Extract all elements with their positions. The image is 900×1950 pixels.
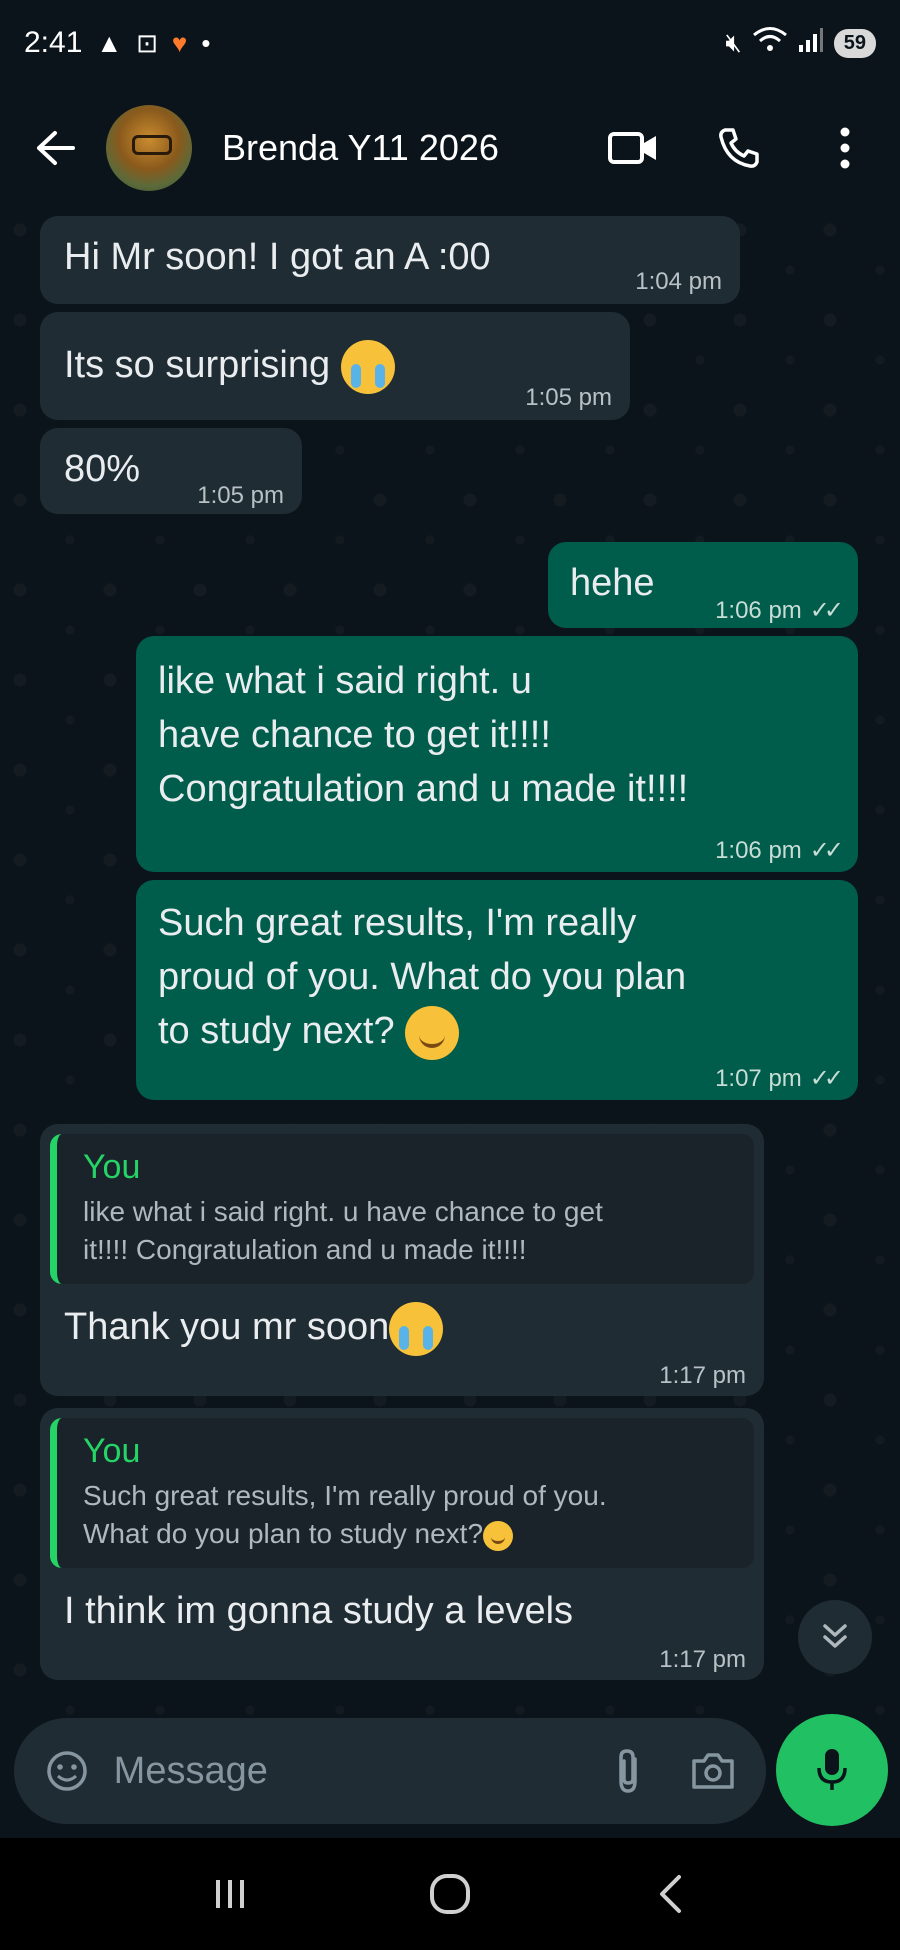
smiling-face-icon bbox=[483, 1520, 514, 1551]
message-text: Such great results, I'm really proud of … bbox=[158, 896, 686, 1060]
message-time: 1:17 pm bbox=[659, 1362, 746, 1389]
chat-header: Brenda Y11 2026 bbox=[0, 86, 900, 210]
message-text: Hi Mr soon! I got an A :00 bbox=[64, 236, 491, 278]
message-time: 1:17 pm bbox=[659, 1646, 746, 1673]
message-time: 1:07 pm ✓✓ bbox=[715, 1064, 844, 1093]
voice-call-button[interactable] bbox=[714, 123, 764, 173]
attach-button[interactable] bbox=[603, 1744, 653, 1798]
message-bubble-incoming[interactable]: You Such great results, I'm really proud… bbox=[40, 1408, 764, 1680]
warning-icon: ▲ bbox=[96, 27, 123, 58]
more-vertical-icon bbox=[840, 127, 850, 169]
wifi-icon bbox=[752, 26, 788, 61]
more-options-button[interactable] bbox=[820, 123, 870, 173]
message-content: Thank you mr soon bbox=[64, 1300, 444, 1356]
status-bar: 2:41 ▲ ⊡ ♥ • 🔇︎ 59 bbox=[0, 0, 900, 86]
home-button[interactable] bbox=[415, 1859, 485, 1929]
message-bubble-outgoing[interactable]: Such great results, I'm really proud of … bbox=[136, 880, 858, 1100]
back-nav-button[interactable] bbox=[635, 1859, 705, 1929]
message-bubble-outgoing[interactable]: hehe 1:06 pm ✓✓ bbox=[548, 542, 858, 628]
home-icon bbox=[430, 1874, 470, 1914]
message-content: Its so surprising bbox=[64, 338, 395, 394]
chevron-left-icon bbox=[660, 1875, 681, 1913]
message-text: Thank you mr soon bbox=[64, 1306, 390, 1348]
system-navigation-bar bbox=[0, 1838, 900, 1950]
message-bubble-incoming[interactable]: 80% 1:05 pm bbox=[40, 428, 302, 514]
status-time: 2:41 bbox=[24, 26, 83, 59]
microphone-icon bbox=[817, 1749, 847, 1790]
recent-apps-button[interactable] bbox=[195, 1859, 265, 1929]
message-time: 1:06 pm ✓✓ bbox=[715, 836, 844, 865]
message-text: like what i said right. u have chance to… bbox=[158, 660, 689, 810]
battery-level: 59 bbox=[833, 28, 876, 58]
camera-icon bbox=[692, 1753, 734, 1789]
double-check-icon: ✓✓ bbox=[809, 1065, 844, 1092]
camera-button[interactable] bbox=[688, 1744, 738, 1798]
quote-author: You bbox=[83, 1148, 141, 1186]
contact-name[interactable]: Brenda Y11 2026 bbox=[222, 127, 499, 169]
message-text: hehe bbox=[570, 562, 655, 604]
quote-text: like what i said right. u have chance to… bbox=[83, 1196, 603, 1265]
quote-author: You bbox=[83, 1432, 141, 1470]
loudly-crying-face-icon bbox=[340, 339, 395, 394]
mute-icon: 🔇︎ bbox=[725, 27, 742, 57]
emoji-button[interactable] bbox=[42, 1744, 92, 1798]
message-input[interactable] bbox=[113, 1749, 603, 1793]
message-bubble-incoming[interactable]: You like what i said right. u have chanc… bbox=[40, 1124, 764, 1396]
app-notification-icon: ♥ bbox=[171, 27, 188, 58]
paperclip-icon bbox=[618, 1749, 637, 1793]
message-bubble-incoming[interactable]: Hi Mr soon! I got an A :00 1:04 pm bbox=[40, 216, 740, 304]
message-composer bbox=[14, 1718, 766, 1824]
message-text: I think im gonna study a levels bbox=[64, 1590, 574, 1632]
message-time: 1:05 pm bbox=[525, 384, 612, 411]
recent-apps-icon bbox=[216, 1880, 244, 1908]
message-time: 1:06 pm ✓✓ bbox=[715, 596, 844, 625]
message-text: 80% bbox=[64, 448, 141, 490]
video-camera-icon bbox=[608, 132, 656, 164]
double-check-icon: ✓✓ bbox=[809, 837, 844, 864]
message-text: Its so surprising bbox=[64, 344, 331, 386]
back-button[interactable] bbox=[20, 113, 90, 183]
screenshot-icon: ⊡ bbox=[136, 27, 158, 58]
double-check-icon: ✓✓ bbox=[809, 597, 844, 624]
smiling-face-icon bbox=[405, 1005, 460, 1060]
voice-message-button[interactable] bbox=[776, 1714, 888, 1826]
scroll-to-bottom-button[interactable] bbox=[798, 1600, 872, 1674]
chat-area[interactable]: Hi Mr soon! I got an A :00 1:04 pm Its s… bbox=[0, 210, 900, 1715]
message-time: 1:04 pm bbox=[635, 268, 722, 295]
phone-icon bbox=[719, 128, 759, 168]
video-call-button[interactable] bbox=[608, 123, 658, 173]
signal-icon bbox=[798, 27, 824, 60]
arrow-left-icon bbox=[37, 131, 75, 165]
quoted-message[interactable]: You Such great results, I'm really proud… bbox=[50, 1418, 754, 1568]
message-bubble-incoming[interactable]: Its so surprising 1:05 pm bbox=[40, 312, 630, 420]
double-chevron-down-icon bbox=[823, 1624, 847, 1648]
quoted-message[interactable]: You like what i said right. u have chanc… bbox=[50, 1134, 754, 1284]
emoji-sticker-icon bbox=[47, 1751, 87, 1791]
message-time: 1:05 pm bbox=[197, 482, 284, 509]
message-bubble-outgoing[interactable]: like what i said right. u have chance to… bbox=[136, 636, 858, 872]
avatar[interactable] bbox=[106, 105, 192, 191]
loudly-crying-face-icon bbox=[389, 1301, 444, 1356]
quote-text: Such great results, I'm really proud of … bbox=[83, 1480, 607, 1551]
more-notifications-icon: • bbox=[201, 27, 211, 58]
